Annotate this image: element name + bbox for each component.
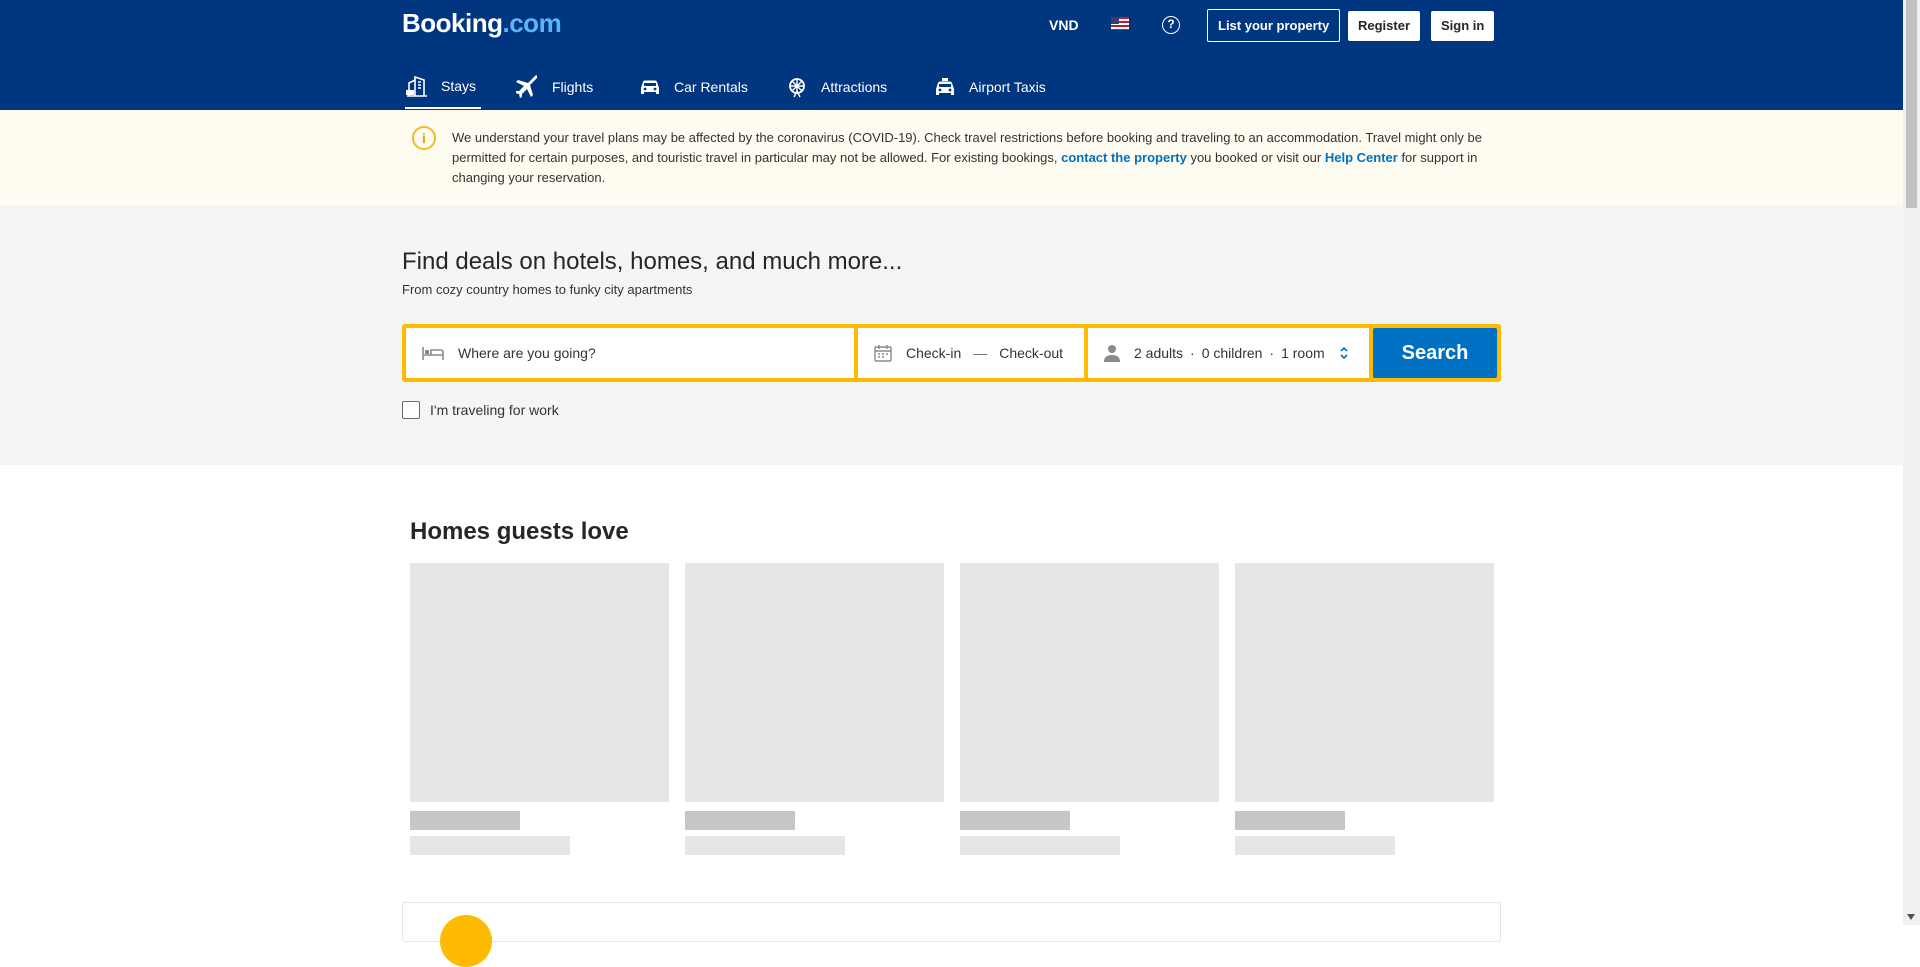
rooms-count: 1 room	[1281, 345, 1325, 361]
us-flag-icon[interactable]	[1111, 17, 1129, 30]
search-button[interactable]: Search	[1373, 328, 1497, 378]
help-center-link[interactable]: Help Center	[1325, 150, 1398, 165]
nav-airport-taxis[interactable]: Airport Taxis	[933, 65, 1046, 109]
car-icon	[638, 75, 662, 99]
bed-building-icon	[405, 74, 429, 98]
hero-subtitle: From cozy country homes to funky city ap…	[402, 282, 693, 297]
booking-logo[interactable]: Booking.com	[402, 8, 562, 39]
home-card-subtitle-placeholder	[685, 836, 845, 855]
destination-input[interactable]: Where are you going?	[458, 345, 596, 361]
checkin-label[interactable]: Check-in	[906, 345, 961, 361]
register-button[interactable]: Register	[1348, 11, 1421, 41]
home-card-title-placeholder	[960, 811, 1070, 830]
covid-notice-text: We understand your travel plans may be a…	[452, 130, 1482, 185]
sign-in-button[interactable]: Sign in	[1431, 11, 1495, 41]
contact-property-link[interactable]: contact the property	[1061, 150, 1187, 165]
nav-flights-label: Flights	[552, 79, 594, 95]
search-bar: Where are you going? Check-in — Check-ou…	[402, 324, 1501, 382]
scroll-down-arrow-icon[interactable]	[1907, 914, 1915, 920]
nav-attractions[interactable]: Attractions	[785, 65, 887, 109]
info-icon: i	[412, 126, 436, 150]
next-section-panel	[402, 902, 1501, 942]
nav-flights[interactable]: Flights	[515, 65, 594, 109]
nav-car-rentals-label: Car Rentals	[674, 79, 748, 95]
hero-title: Find deals on hotels, homes, and much mo…	[402, 248, 903, 275]
person-icon	[1104, 344, 1120, 362]
homes-section-title: Homes guests love	[410, 518, 629, 545]
home-card-subtitle-placeholder	[410, 836, 570, 855]
guests-field[interactable]: 2 adults · 0 children · 1 room	[1088, 328, 1369, 378]
home-card-subtitle-placeholder	[1235, 836, 1395, 855]
home-card-image-placeholder	[685, 563, 944, 802]
taxi-icon	[933, 75, 957, 99]
adults-count: 2 adults	[1134, 345, 1184, 361]
bed-icon	[422, 345, 444, 361]
plane-icon	[515, 75, 540, 99]
scrollbar-thumb[interactable]	[1906, 0, 1917, 208]
work-travel-checkbox[interactable]: I'm traveling for work	[402, 401, 559, 419]
home-card-subtitle-placeholder	[960, 836, 1120, 855]
home-card-title-placeholder	[1235, 811, 1345, 830]
nav-airport-taxis-label: Airport Taxis	[969, 79, 1046, 95]
nav-car-rentals[interactable]: Car Rentals	[638, 65, 748, 109]
nav-stays[interactable]: Stays	[405, 65, 481, 109]
currency-selector[interactable]: VND	[1049, 17, 1079, 33]
ferris-wheel-icon	[785, 75, 809, 99]
home-card-title-placeholder	[685, 811, 795, 830]
home-card-image-placeholder	[1235, 563, 1494, 802]
nav-stays-label: Stays	[441, 78, 477, 94]
home-card-image-placeholder	[960, 563, 1219, 802]
home-card-title-placeholder	[410, 811, 520, 830]
calendar-icon	[874, 344, 892, 362]
dates-field[interactable]: Check-in — Check-out	[858, 328, 1084, 378]
children-count: 0 children	[1201, 345, 1263, 361]
list-property-button[interactable]: List your property	[1207, 9, 1341, 42]
destination-field[interactable]: Where are you going?	[406, 328, 854, 378]
home-card-image-placeholder	[410, 563, 669, 802]
genius-badge	[440, 915, 492, 967]
chevron-updown-icon	[1339, 346, 1349, 360]
work-checkbox[interactable]	[402, 401, 420, 419]
date-separator: —	[973, 345, 988, 361]
nav-attractions-label: Attractions	[821, 79, 888, 95]
checkout-label[interactable]: Check-out	[999, 345, 1063, 361]
work-travel-label: I'm traveling for work	[430, 402, 559, 418]
help-icon[interactable]: ?	[1162, 16, 1180, 34]
